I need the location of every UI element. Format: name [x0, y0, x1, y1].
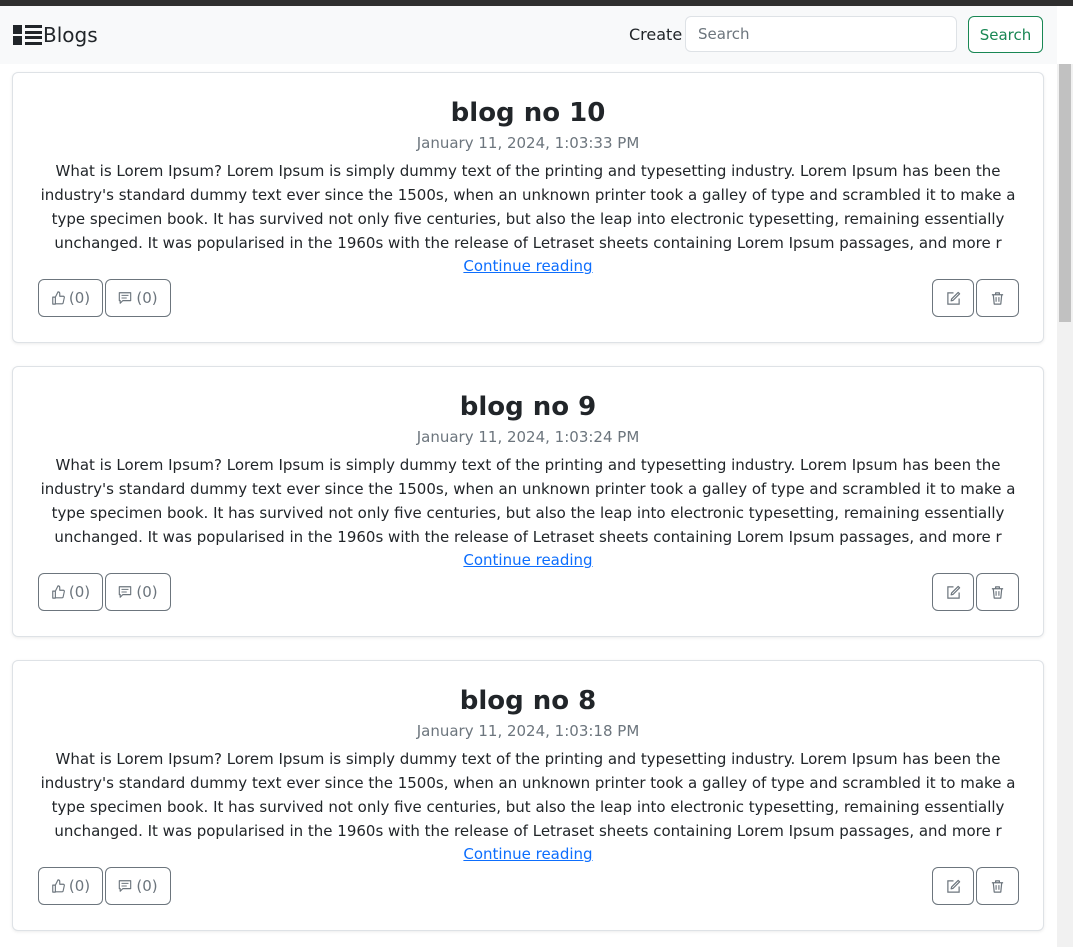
comment-count: (0): [136, 289, 158, 307]
edit-button[interactable]: [932, 573, 974, 611]
blog-title: blog no 8: [459, 686, 597, 716]
continue-reading-link[interactable]: Continue reading: [463, 845, 592, 863]
like-count: (0): [68, 289, 91, 307]
blog-excerpt: What is Lorem Ipsum? Lorem Ipsum is simp…: [40, 162, 1016, 252]
continue-reading: Continue reading: [13, 255, 1043, 277]
continue-reading: Continue reading: [13, 549, 1043, 571]
like-count: (0): [68, 583, 91, 601]
search-input[interactable]: [685, 16, 957, 52]
continue-reading-link[interactable]: Continue reading: [463, 551, 592, 569]
blog-date: January 11, 2024, 1:03:33 PM: [416, 134, 640, 152]
blog-date: January 11, 2024, 1:03:18 PM: [416, 722, 640, 740]
pencil-square-icon: [946, 291, 960, 305]
delete-button[interactable]: [976, 279, 1019, 317]
blog-card: blog no 8 January 11, 2024, 1:03:18 PM W…: [12, 660, 1044, 931]
brand-title: Blogs: [43, 23, 98, 47]
continue-reading: Continue reading: [13, 843, 1043, 865]
thumbs-up-icon: [52, 585, 65, 599]
scrollbar-thumb[interactable]: [1059, 64, 1071, 322]
like-button[interactable]: (0): [38, 279, 103, 317]
trash-icon: [991, 879, 1004, 893]
pencil-square-icon: [946, 879, 960, 893]
search-button[interactable]: Search: [968, 16, 1043, 53]
blog-title: blog no 9: [459, 392, 597, 422]
brand[interactable]: Blogs: [13, 22, 98, 48]
comment-button[interactable]: (0): [105, 279, 171, 317]
blog-excerpt: What is Lorem Ipsum? Lorem Ipsum is simp…: [40, 750, 1016, 840]
create-link[interactable]: Create: [629, 25, 682, 45]
edit-button[interactable]: [932, 867, 974, 905]
like-button[interactable]: (0): [38, 867, 103, 905]
delete-button[interactable]: [976, 573, 1019, 611]
comment-icon: [119, 880, 132, 892]
edit-button[interactable]: [932, 279, 974, 317]
blog-card: blog no 9 January 11, 2024, 1:03:24 PM W…: [12, 366, 1044, 637]
navbar: Blogs Create Search: [0, 6, 1057, 64]
comment-button[interactable]: (0): [105, 573, 171, 611]
blog-date: January 11, 2024, 1:03:24 PM: [416, 428, 640, 446]
comment-count: (0): [136, 583, 158, 601]
comment-button[interactable]: (0): [105, 867, 171, 905]
comment-count: (0): [136, 877, 158, 895]
blog-title: blog no 10: [450, 98, 606, 128]
blog-excerpt: What is Lorem Ipsum? Lorem Ipsum is simp…: [40, 456, 1016, 546]
comment-icon: [119, 586, 132, 598]
thumbs-up-icon: [52, 291, 65, 305]
blog-card: blog no 10 January 11, 2024, 1:03:33 PM …: [12, 72, 1044, 343]
trash-icon: [991, 585, 1004, 599]
comment-icon: [119, 292, 132, 304]
pencil-square-icon: [946, 585, 960, 599]
thumbs-up-icon: [52, 879, 65, 893]
like-button[interactable]: (0): [38, 573, 103, 611]
trash-icon: [991, 291, 1004, 305]
list-layout-icon: [13, 25, 42, 45]
delete-button[interactable]: [976, 867, 1019, 905]
like-count: (0): [68, 877, 91, 895]
continue-reading-link[interactable]: Continue reading: [463, 257, 592, 275]
